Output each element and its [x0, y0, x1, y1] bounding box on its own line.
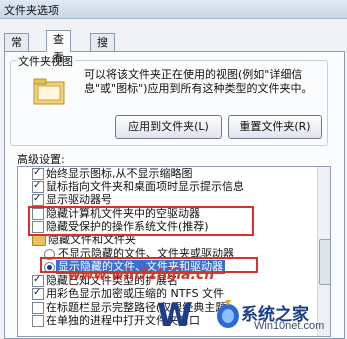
- list-item-label: 在标题栏显示完整路径(仅限经典主题): [46, 301, 231, 314]
- folder-views-label: 文件夹视图: [16, 53, 75, 69]
- list-item-label: 用彩色显示加密或压缩的 NTFS 文件: [46, 287, 225, 300]
- watermark-url: www.win7zhijia.cn: [68, 267, 215, 283]
- reset-folders-button[interactable]: 重置文件夹(R): [228, 115, 322, 139]
- checkbox[interactable]: [32, 302, 44, 314]
- window-title: 文件夹选项: [4, 4, 59, 17]
- folder-options-dialog: 文件夹选项 常规 查看 搜索 文件夹视图 可以将该文件夹正在使用的视图(例如"详…: [0, 0, 347, 339]
- title-bar: 文件夹选项: [0, 0, 347, 19]
- folder-icon: [32, 235, 46, 246]
- tab-general[interactable]: 常规: [4, 33, 29, 67]
- scrollbar-thumb[interactable]: [319, 239, 330, 285]
- advanced-settings-label: 高级设置:: [17, 153, 65, 166]
- list-item[interactable]: 鼠标指向文件夹和桌面项时显示提示信息: [18, 179, 316, 194]
- list-item[interactable]: 显示驱动器号: [18, 192, 316, 207]
- folder-views-description: 可以将该文件夹正在使用的视图(例如"详细信息"或"图标")应用到所有这种类型的文…: [84, 68, 313, 95]
- w-logo: W: [157, 296, 193, 334]
- tab-search[interactable]: 搜索: [90, 33, 115, 67]
- annotation-box-hidden-drives: [28, 206, 254, 236]
- folder-icon: [33, 78, 65, 105]
- checkbox[interactable]: [32, 315, 44, 327]
- brand-site: Win10net.com: [254, 320, 325, 332]
- apply-to-folders-button[interactable]: 应用到文件夹(L): [115, 115, 222, 139]
- tab-view[interactable]: 查看: [46, 30, 71, 64]
- list-item-label: 始终显示图标,从不显示缩略图: [46, 167, 193, 180]
- list-item-label: 显示驱动器号: [46, 193, 112, 206]
- checkbox[interactable]: [32, 286, 44, 300]
- scrollbar[interactable]: [317, 167, 330, 336]
- list-item-label: 鼠标指向文件夹和桌面项时显示提示信息: [46, 180, 244, 193]
- checkbox[interactable]: [32, 192, 44, 206]
- list-item[interactable]: 始终显示图标,从不显示缩略图: [18, 167, 316, 181]
- brand-logo-icon: [217, 300, 239, 328]
